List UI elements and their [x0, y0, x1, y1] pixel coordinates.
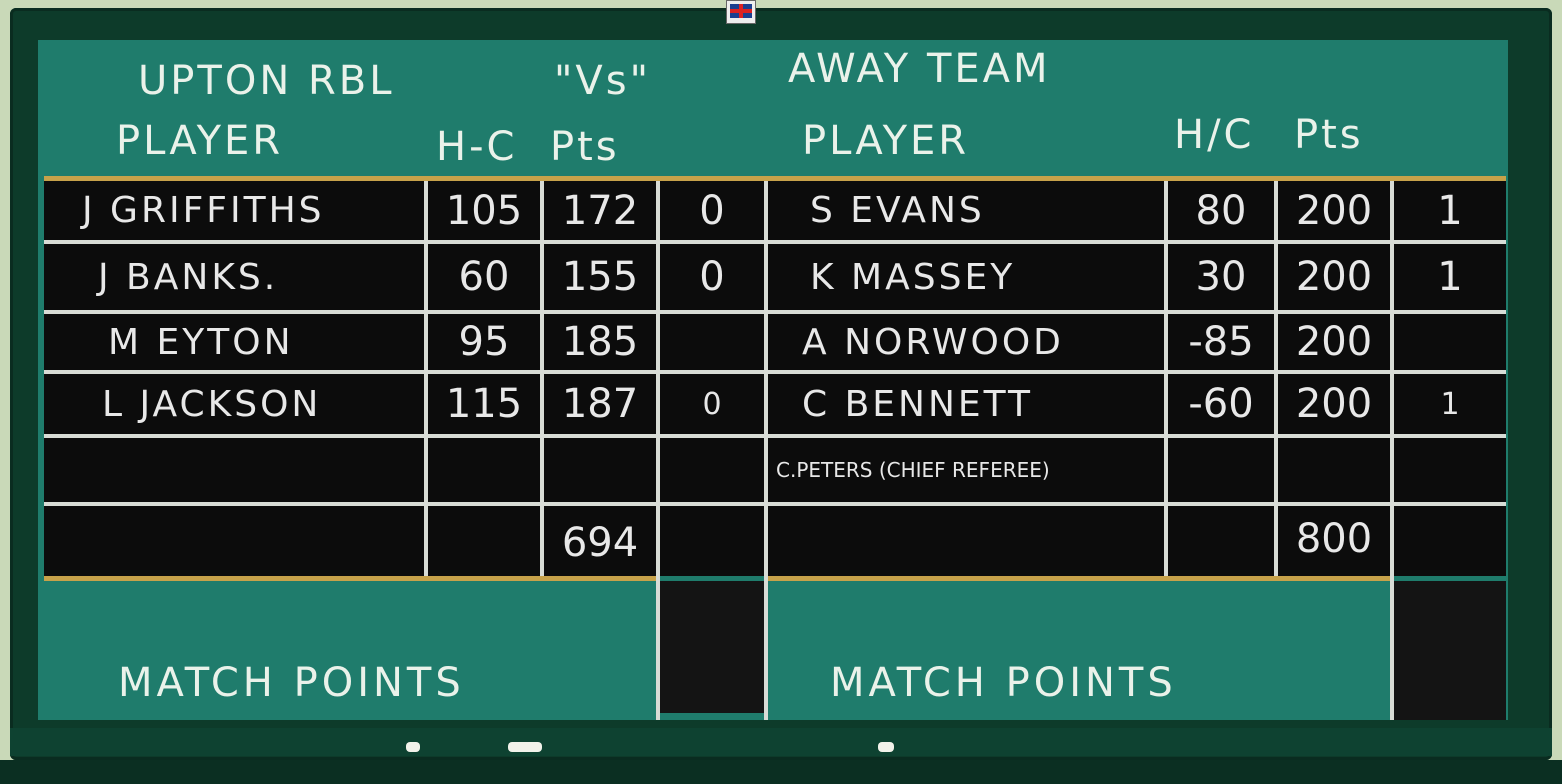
home-player-handicap: 60 [458, 254, 510, 300]
union-flag-badge [726, 0, 756, 24]
away-match-points-label: MATCH POINTS [830, 660, 1177, 706]
home-player-handicap: 95 [458, 319, 510, 365]
home-player-name: J BANKS. [98, 256, 279, 298]
away-player-handicap: 80 [1195, 187, 1247, 234]
away-player-name: C BENNETT [802, 383, 1033, 425]
away-match-point: 1 [1437, 187, 1463, 234]
away-player-header: PLAYER [802, 118, 970, 164]
away-total-points: 800 [1295, 516, 1373, 562]
board-ledge [0, 760, 1562, 784]
home-team-title: UPTON RBL [138, 58, 395, 104]
home-match-point: 0 [699, 254, 725, 300]
away-player-name: S EVANS [810, 190, 985, 231]
home-match-points-box [660, 581, 764, 713]
chalk-tray [10, 728, 1552, 756]
home-player-name: J GRIFFITHS [82, 190, 325, 231]
home-player-name: L JACKSON [102, 383, 322, 425]
away-match-point [1394, 314, 1506, 370]
referee-note: C.PETERS (CHIEF REFEREE) [776, 458, 1050, 482]
home-match-point: 0 [702, 386, 722, 422]
away-player-handicap: 30 [1195, 254, 1247, 300]
home-player-name: M EYTON [108, 321, 294, 363]
chalk-piece[interactable] [406, 742, 420, 752]
away-player-points: 200 [1295, 254, 1373, 300]
home-hc-header: H-C [436, 124, 518, 170]
home-match-point: 0 [699, 187, 725, 234]
scoreboard: UPTON RBL "Vs" AWAY TEAM PLAYER H-C Pts … [38, 40, 1508, 720]
row-line [44, 434, 1506, 438]
column-line [764, 181, 768, 720]
away-match-point: 1 [1437, 254, 1463, 300]
away-player-handicap: -60 [1188, 381, 1254, 427]
footer-divider-right [768, 576, 1390, 581]
vs-label: "Vs" [554, 58, 651, 104]
home-player-points: 155 [561, 254, 639, 300]
away-player-handicap: -85 [1188, 319, 1254, 365]
away-player-name: A NORWOOD [802, 321, 1064, 363]
home-player-points: 172 [561, 187, 639, 234]
away-pts-header: Pts [1294, 112, 1364, 158]
home-player-handicap: 105 [445, 187, 523, 234]
away-team-title: AWAY TEAM [788, 46, 1051, 92]
chalk-piece[interactable] [878, 742, 894, 752]
home-player-handicap: 115 [445, 381, 523, 427]
footer-divider-left [44, 576, 656, 581]
home-player-points: 185 [561, 319, 639, 365]
away-match-point: 1 [1440, 386, 1460, 422]
home-match-point [660, 314, 764, 370]
away-player-points: 200 [1295, 381, 1373, 427]
home-pts-header: Pts [550, 124, 620, 170]
away-hc-header: H/C [1174, 112, 1255, 158]
home-player-points: 187 [561, 381, 639, 427]
away-player-points: 200 [1295, 319, 1373, 365]
away-player-name: K MASSEY [810, 256, 1016, 298]
home-player-header: PLAYER [116, 118, 284, 164]
home-match-points-label: MATCH POINTS [118, 660, 465, 706]
home-total-points: 694 [561, 520, 639, 566]
away-match-points-box [1394, 581, 1506, 720]
chalk-piece[interactable] [508, 742, 542, 752]
away-player-points: 200 [1295, 187, 1373, 234]
